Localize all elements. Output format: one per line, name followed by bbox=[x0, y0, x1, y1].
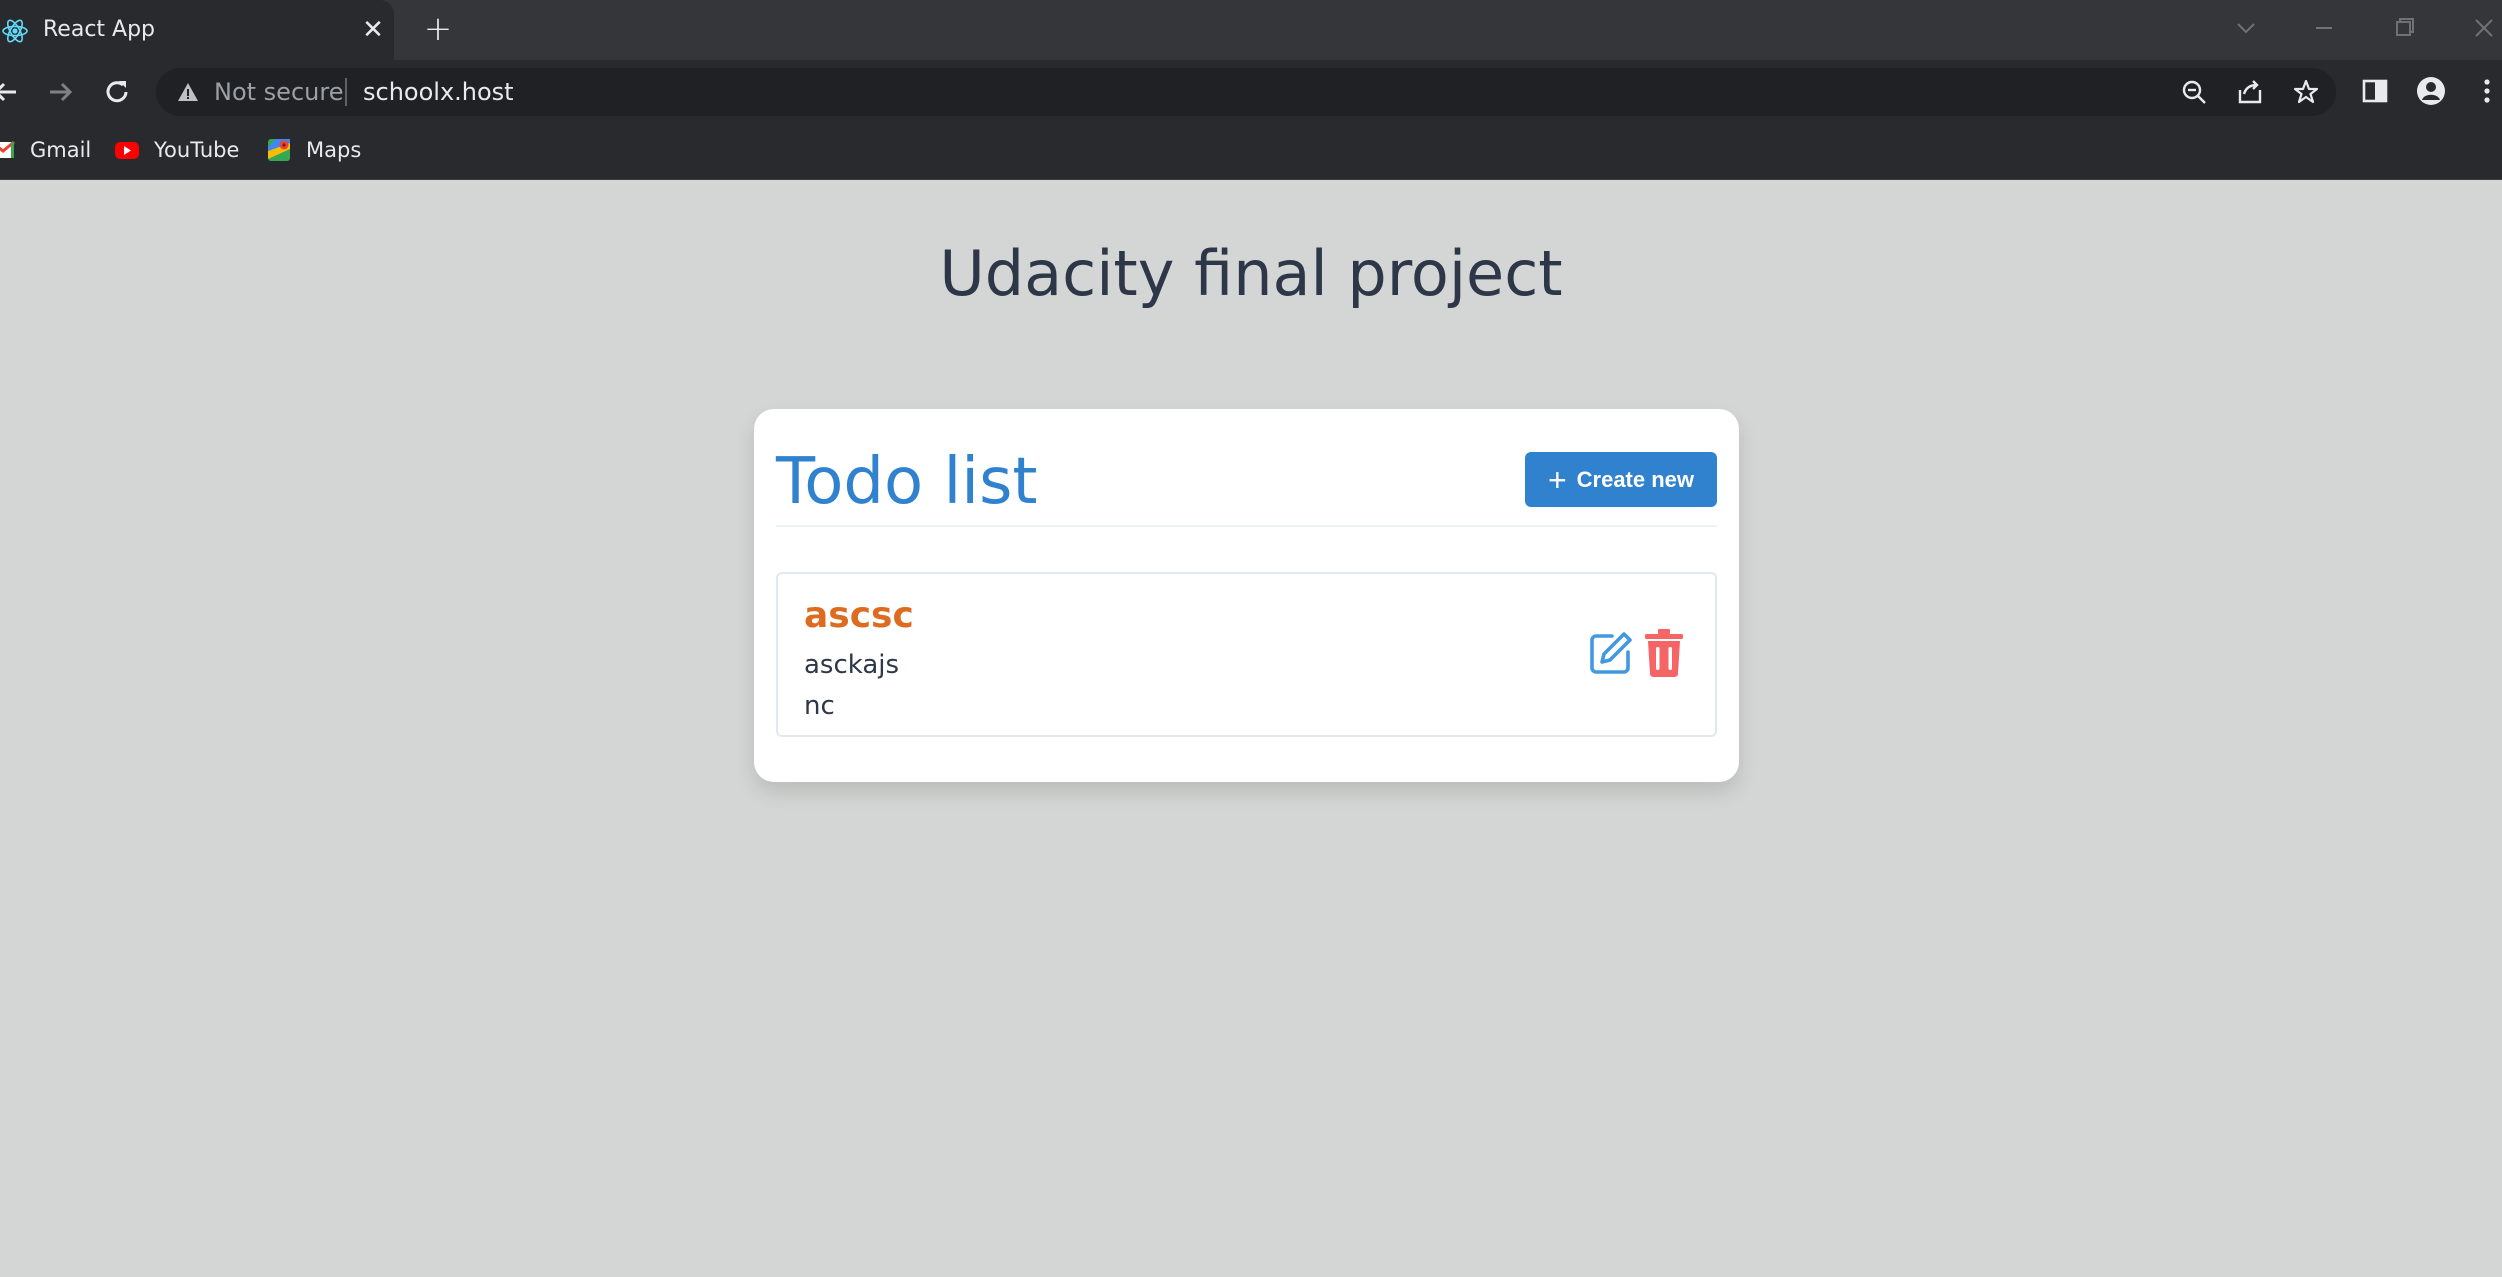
bookmark-star-icon[interactable] bbox=[2292, 78, 2320, 106]
todo-item-line: asckajs bbox=[804, 650, 900, 680]
share-icon[interactable] bbox=[2236, 78, 2264, 106]
reload-icon[interactable] bbox=[97, 72, 137, 112]
todo-item: ascsc asckajs nc bbox=[776, 572, 1717, 737]
new-tab-button[interactable]: + bbox=[420, 12, 456, 48]
page-content: Udacity final project Todo list + Create… bbox=[0, 180, 2502, 1277]
back-icon[interactable] bbox=[0, 72, 26, 112]
todo-list-title: Todo list bbox=[776, 445, 1038, 519]
todo-item-line: nc bbox=[804, 691, 835, 721]
warning-icon bbox=[178, 83, 198, 101]
maps-icon bbox=[268, 139, 290, 161]
close-window-icon[interactable] bbox=[2464, 10, 2502, 46]
address-separator bbox=[345, 78, 347, 106]
edit-icon[interactable] bbox=[1588, 630, 1634, 676]
browser-titlebar: React App ✕ + bbox=[0, 0, 2502, 60]
bookmarks-bar: Gmail YouTube Maps bbox=[0, 122, 2502, 180]
gmail-icon bbox=[0, 140, 15, 158]
side-panel-icon[interactable] bbox=[2358, 74, 2392, 108]
bookmark-maps[interactable]: Maps bbox=[266, 134, 361, 166]
todo-item-title: ascsc bbox=[804, 595, 914, 636]
youtube-icon bbox=[115, 142, 139, 159]
page-title: Udacity final project bbox=[939, 237, 1563, 310]
browser-tab[interactable]: React App ✕ bbox=[0, 0, 394, 60]
security-label[interactable]: Not secure bbox=[214, 78, 343, 106]
tab-close-icon[interactable]: ✕ bbox=[358, 15, 388, 45]
plus-icon: + bbox=[1547, 461, 1567, 498]
zoom-icon[interactable] bbox=[2180, 78, 2208, 106]
bookmark-gmail[interactable]: Gmail bbox=[0, 134, 91, 166]
bookmark-youtube[interactable]: YouTube bbox=[114, 134, 239, 166]
bookmark-label: Maps bbox=[306, 138, 362, 162]
bookmark-label: Gmail bbox=[30, 138, 92, 162]
address-bar[interactable]: Not secure schoolx.host bbox=[156, 68, 2336, 116]
react-icon bbox=[2, 19, 28, 43]
tab-title: React App bbox=[43, 17, 156, 42]
todo-card: Todo list + Create new ascsc asckajs nc bbox=[754, 409, 1739, 782]
create-new-label: Create new bbox=[1576, 466, 1695, 492]
card-divider bbox=[776, 525, 1717, 527]
bookmark-label: YouTube bbox=[154, 138, 240, 162]
create-new-button[interactable]: + Create new bbox=[1525, 452, 1717, 507]
browser-toolbar: Not secure schoolx.host bbox=[0, 60, 2502, 122]
delete-icon[interactable] bbox=[1644, 628, 1684, 678]
tab-search-icon[interactable] bbox=[2226, 10, 2266, 46]
minimize-icon[interactable] bbox=[2304, 10, 2344, 46]
forward-icon[interactable] bbox=[40, 72, 80, 112]
url-text[interactable]: schoolx.host bbox=[363, 78, 514, 106]
restore-icon[interactable] bbox=[2384, 10, 2424, 46]
profile-icon[interactable] bbox=[2414, 74, 2448, 108]
more-menu-icon[interactable] bbox=[2470, 74, 2502, 108]
